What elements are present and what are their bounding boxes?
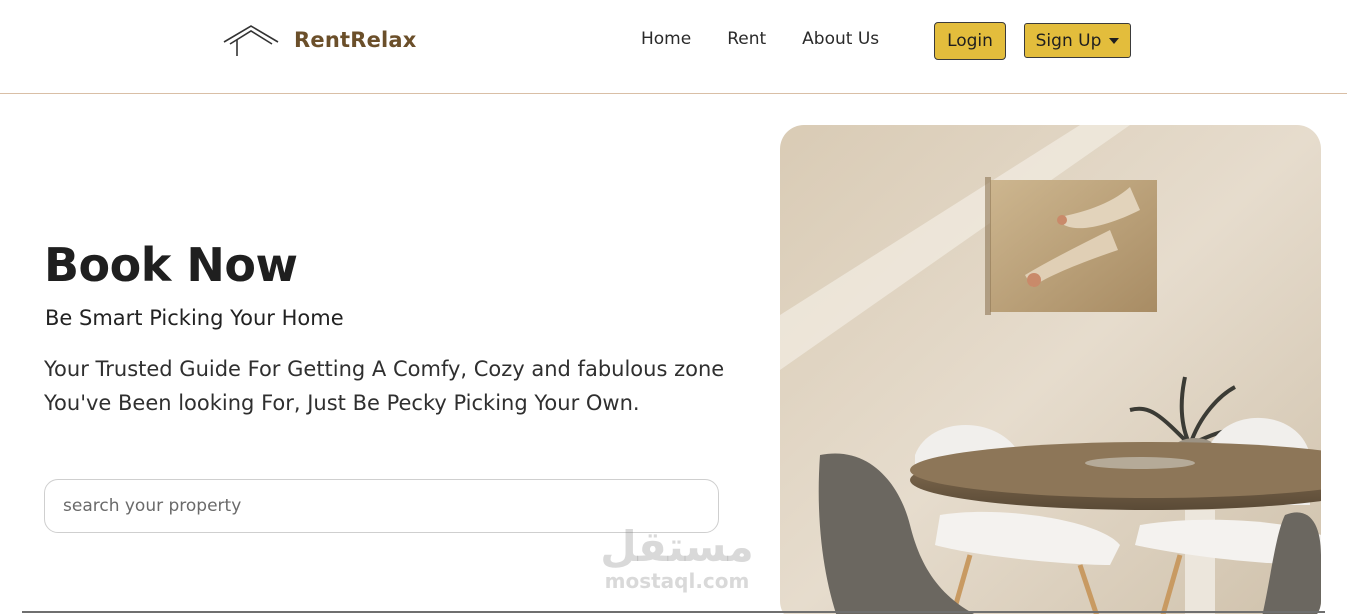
hero-title: Book Now bbox=[44, 238, 298, 292]
bottom-divider bbox=[22, 611, 1325, 613]
nav-link-about-us[interactable]: About Us bbox=[802, 29, 879, 49]
signup-dropdown-button[interactable]: Sign Up bbox=[1024, 23, 1131, 58]
navbar: RentRelax Home Rent About Us Login Sign … bbox=[0, 0, 1347, 94]
caret-down-icon bbox=[1109, 37, 1120, 44]
watermark-arabic: مستقل bbox=[600, 522, 754, 571]
watermark-latin: mostaql.com bbox=[604, 569, 750, 593]
hero-description: Your Trusted Guide For Getting A Comfy, … bbox=[44, 357, 725, 415]
signup-label: Sign Up bbox=[1035, 30, 1102, 51]
nav-links: Home Rent About Us bbox=[641, 29, 879, 49]
login-button[interactable]: Login bbox=[934, 22, 1006, 60]
hero-subtitle: Be Smart Picking Your Home bbox=[45, 306, 344, 330]
brand-name: RentRelax bbox=[294, 28, 417, 52]
roof-icon bbox=[223, 25, 279, 56]
brand[interactable]: RentRelax bbox=[222, 22, 417, 58]
hero-image bbox=[780, 125, 1321, 614]
watermark: مستقل mostaql.com bbox=[592, 522, 762, 594]
nav-link-home[interactable]: Home bbox=[641, 29, 691, 49]
nav-link-rent[interactable]: Rent bbox=[727, 29, 766, 49]
